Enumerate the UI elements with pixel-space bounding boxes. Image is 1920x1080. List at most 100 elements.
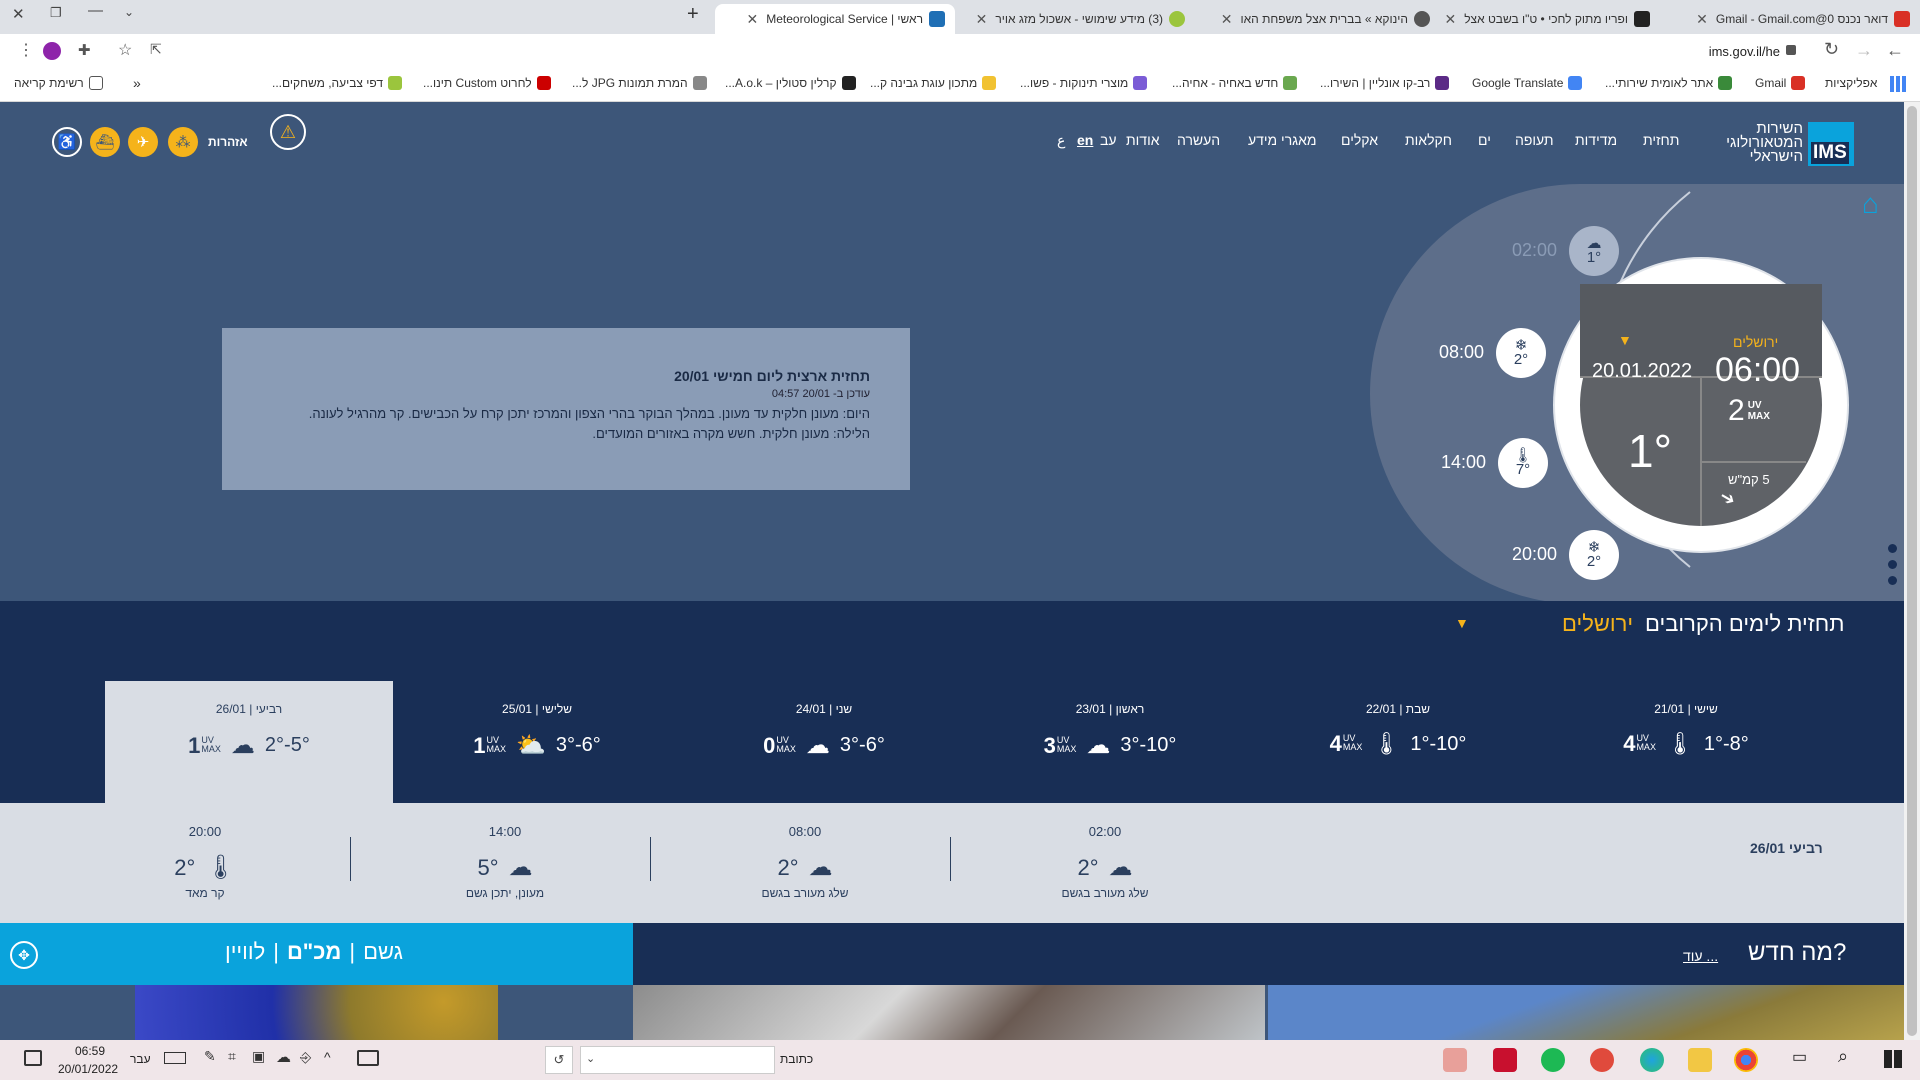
extensions-icon[interactable]: ✚	[78, 41, 91, 59]
nav-enrichment[interactable]: העשרה	[1177, 132, 1220, 148]
mcafee-icon[interactable]	[1493, 1048, 1517, 1072]
news-more-link[interactable]: עוד ...	[1683, 948, 1718, 964]
day-tab-wed[interactable]: רביעי | 26/01 1 UV MAX ☁ 2°-5°	[105, 681, 393, 803]
edge-icon[interactable]	[1640, 1048, 1664, 1072]
new-tab-button[interactable]: +	[687, 3, 699, 26]
restore-window-icon[interactable]: ❐	[50, 5, 62, 21]
day-tab-mon[interactable]: שני | 24/01 0 UV MAX ☁ 3°-6°	[680, 681, 968, 803]
city-dropdown-icon[interactable]: ▼	[1618, 332, 1632, 348]
bookmark-cheesecake[interactable]: מתכון עוגת גבינה ק...	[870, 76, 997, 90]
reload-icon[interactable]: ↻	[1824, 39, 1839, 60]
expand-icon[interactable]: ✥	[10, 941, 38, 969]
tab-ims[interactable]: ראשי | Meteorological Service ✕	[715, 4, 955, 34]
menu-icon[interactable]: ⋮	[18, 40, 34, 60]
ims-logo[interactable]: IMS השירות המטאורולוגי הישראלי	[1720, 121, 1855, 170]
city-dropdown-icon[interactable]: ▼	[1455, 615, 1469, 631]
tab-hinuka[interactable]: הינוקא » בברית אצל משפחת האו ✕	[1200, 4, 1440, 34]
scrollbar-thumb[interactable]	[1907, 106, 1917, 1036]
app-icon[interactable]	[1590, 1048, 1614, 1072]
minimize-window-icon[interactable]: —	[88, 2, 103, 19]
warning-icon[interactable]: ⚠	[270, 114, 306, 150]
alerts-label[interactable]: אזהרות	[208, 135, 248, 149]
nav-sea[interactable]: ים	[1478, 132, 1491, 148]
chevron-down-icon[interactable]: ⌄	[586, 1052, 595, 1065]
accessibility-icon[interactable]: ♿	[52, 127, 82, 157]
search-icon[interactable]: ⌕	[1838, 1046, 1848, 1067]
aviation-alert-icon[interactable]: ✈	[128, 127, 158, 157]
display-icon[interactable]: ▣	[252, 1048, 265, 1065]
bookmark-achiya[interactable]: חדש באחיה - אחיה...	[1172, 76, 1298, 90]
apps-icon[interactable]	[1890, 76, 1906, 92]
reading-list[interactable]: רשימת קריאה	[14, 76, 103, 90]
nav-agriculture[interactable]: חקלאות	[1405, 132, 1452, 148]
rain-tab[interactable]: גשם	[363, 939, 403, 965]
news-image-autumn[interactable]	[1268, 985, 1904, 1040]
agriculture-alert-icon[interactable]: ⁂	[168, 127, 198, 157]
back-icon[interactable]: ←	[1886, 40, 1904, 61]
next-days-city[interactable]: ירושלים	[1562, 611, 1633, 637]
close-tab-icon[interactable]: ✕	[1445, 11, 1456, 28]
network-icon[interactable]: ⌗	[228, 1048, 236, 1065]
close-tab-icon[interactable]: ✕	[1696, 11, 1708, 28]
nav-aviation[interactable]: תעופה	[1515, 132, 1554, 148]
section-dot[interactable]	[1888, 544, 1897, 553]
accessibility-corner-icon[interactable]: ⌂	[1862, 188, 1879, 220]
bookmark-baby[interactable]: מוצרי תינוקות - פשו...	[1020, 76, 1148, 90]
marine-alert-icon[interactable]: ⛴	[90, 127, 120, 157]
section-dot[interactable]	[1888, 560, 1897, 569]
bookmark-gmail[interactable]: Gmail	[1755, 76, 1806, 90]
bookmark-apps[interactable]: אפליקציות	[1825, 76, 1877, 90]
day-tab-fri[interactable]: שישי | 21/01 4 UV MAX 🌡 1°-8°	[1542, 681, 1830, 803]
radar-map-image[interactable]	[135, 985, 498, 1040]
bookmark-engrave[interactable]: לחרוט Custom תינו...	[423, 76, 551, 90]
onedrive-icon[interactable]: ☁	[276, 1048, 291, 1066]
bookmark-national-service[interactable]: אתר לאומית שירותי...	[1605, 76, 1733, 90]
star-icon[interactable]: ☆	[118, 40, 132, 60]
nav-databases[interactable]: מאגרי מידע	[1248, 132, 1317, 148]
language-indicator[interactable]: עבר	[130, 1052, 151, 1066]
section-dot[interactable]	[1888, 576, 1897, 585]
bookmark-jpg[interactable]: המרת תמונות JPG ל...	[572, 76, 707, 90]
dial-city[interactable]: ירושלים	[1733, 334, 1778, 350]
task-view-icon[interactable]: ▭	[1792, 1047, 1807, 1067]
chrome-icon[interactable]	[1734, 1048, 1758, 1072]
page-scrollbar[interactable]	[1904, 102, 1920, 1040]
radar-tab[interactable]: מכ"ם	[287, 939, 341, 965]
timeline-bubble-3[interactable]: 🌡 7°	[1498, 438, 1548, 488]
show-hidden-icons[interactable]: ^	[324, 1049, 331, 1065]
file-explorer-icon[interactable]	[1688, 1048, 1712, 1072]
clock-date[interactable]: 20/01/2022	[58, 1062, 118, 1076]
news-image-snow-trees[interactable]	[633, 985, 1265, 1040]
nav-measurements[interactable]: מדידות	[1575, 132, 1617, 148]
nav-forecast[interactable]: תחזית	[1643, 132, 1679, 148]
keyboard-icon[interactable]	[357, 1050, 379, 1066]
nav-about[interactable]: אודות	[1126, 132, 1160, 148]
timeline-bubble-1[interactable]: ☁ 1°	[1569, 226, 1619, 276]
nav-climate[interactable]: אקלים	[1341, 132, 1378, 148]
notifications-icon[interactable]	[24, 1050, 42, 1066]
profile-avatar[interactable]	[43, 42, 61, 60]
more-bookmarks-icon[interactable]: »	[133, 75, 141, 91]
start-icon[interactable]	[1884, 1050, 1902, 1068]
close-tab-icon[interactable]: ✕	[747, 11, 759, 28]
bookmark-coloring[interactable]: דפי צביעה, משחקים...	[272, 76, 403, 90]
usb-icon[interactable]: ⎆	[300, 1049, 311, 1066]
satellite-tab[interactable]: לוויין	[225, 939, 265, 965]
tab-weather-forum[interactable]: (3) מידע שימושי - אשכול מזג אויר ✕	[960, 4, 1195, 34]
timeline-bubble-4[interactable]: ❄ 2°	[1569, 530, 1619, 580]
share-icon[interactable]: ⇱	[150, 41, 162, 58]
day-tab-tue[interactable]: שלישי | 25/01 1 UV MAX ⛅ 3°-6°	[393, 681, 681, 803]
tab-gmail[interactable]: דואר נכנס Gmail - Gmail.com@0 ✕	[1665, 4, 1920, 34]
app-icon[interactable]	[1443, 1048, 1467, 1072]
tab-article[interactable]: ופריו מתוק לחכי • ט"ו בשבט אצל ✕	[1445, 4, 1660, 34]
timeline-bubble-2[interactable]: ❄ 2°	[1496, 328, 1546, 378]
close-tab-icon[interactable]: ✕	[1221, 11, 1233, 28]
bookmark-translate[interactable]: Google Translate	[1472, 76, 1583, 90]
spotify-icon[interactable]	[1541, 1048, 1565, 1072]
lang-ar[interactable]: ع	[1057, 132, 1065, 149]
day-tab-sat[interactable]: שבת | 22/01 4 UV MAX 🌡 1°-10°	[1254, 681, 1542, 803]
lang-he[interactable]: עב	[1100, 132, 1117, 148]
bookmark-karlin[interactable]: קרלין סטולין – A.o.k...	[725, 76, 856, 90]
close-tab-icon[interactable]: ✕	[976, 11, 988, 28]
close-window-icon[interactable]: ✕	[12, 5, 25, 23]
